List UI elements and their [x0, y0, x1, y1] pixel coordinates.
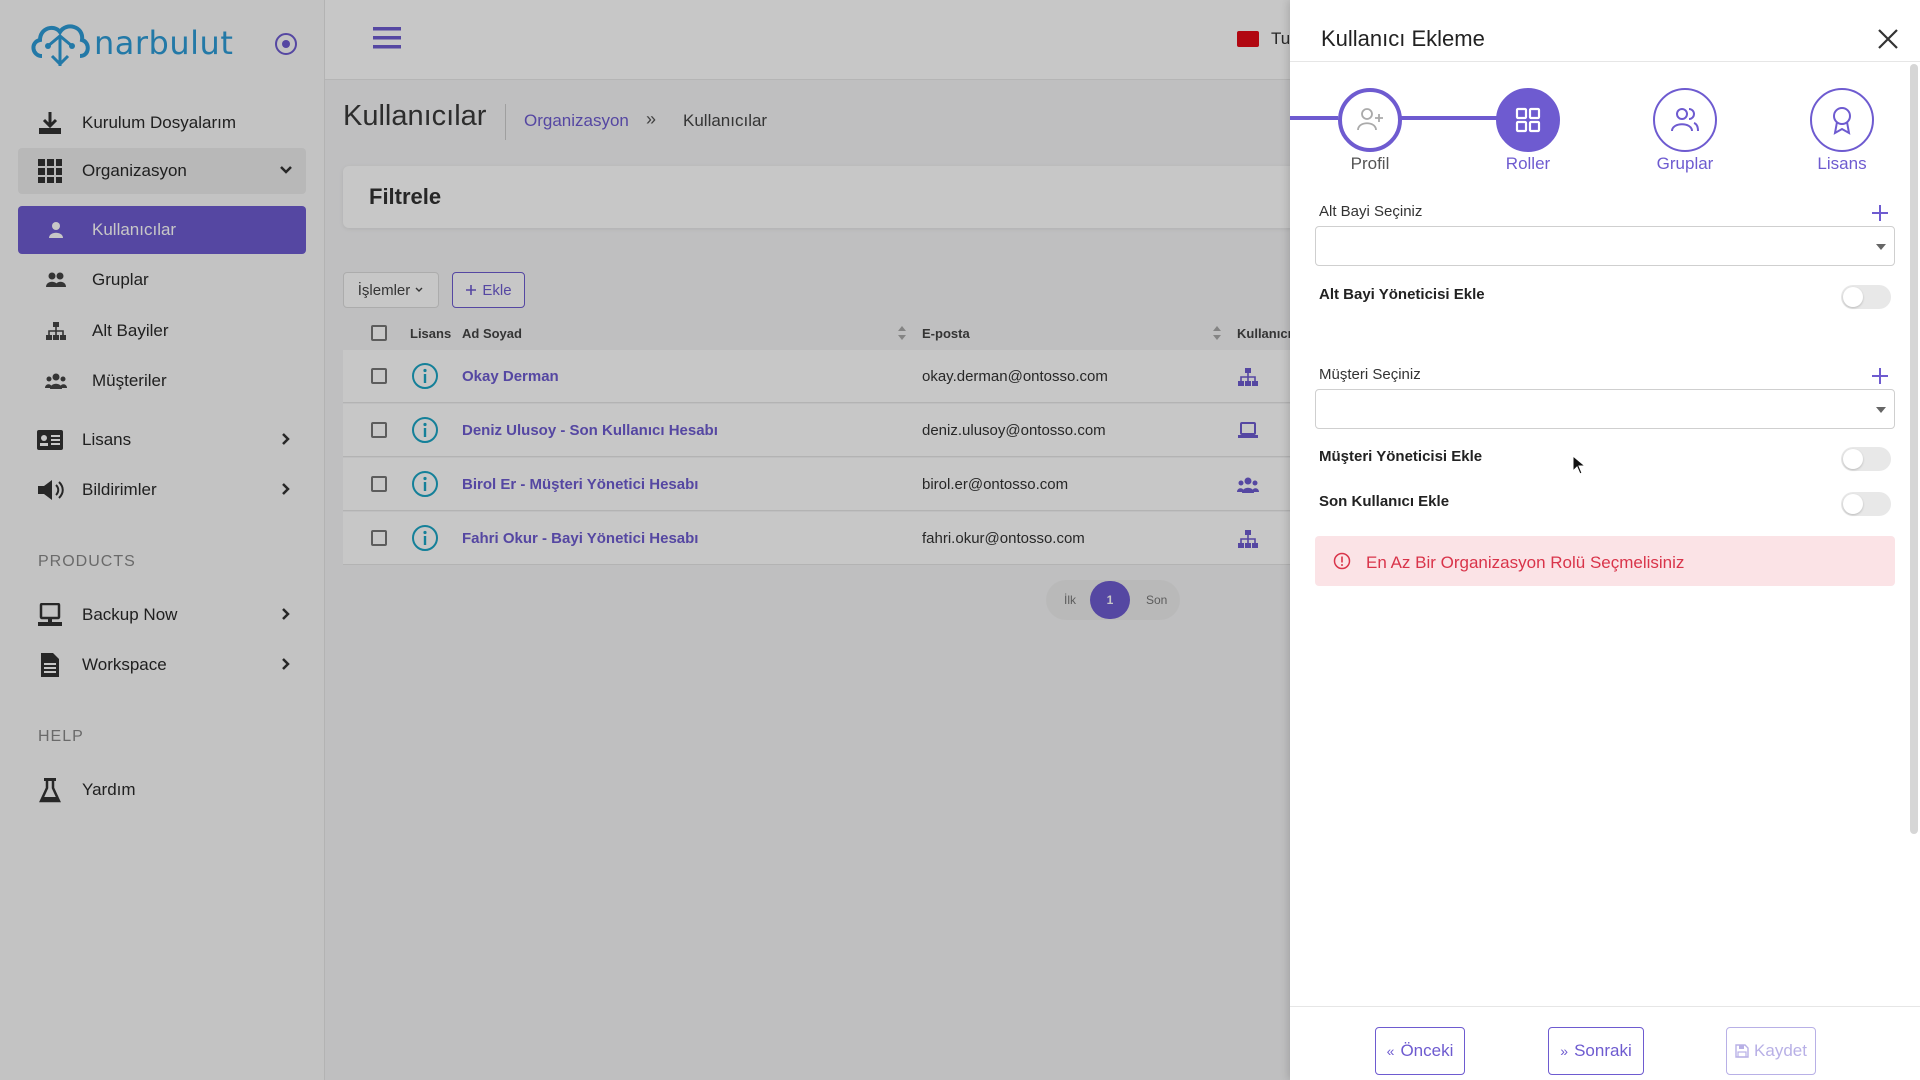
error-alert: En Az Bir Organizasyon Rolü Seçmelisiniz — [1315, 536, 1895, 586]
users-icon — [1671, 108, 1699, 132]
alt-bayi-admin-label: Alt Bayi Yöneticisi Ekle — [1319, 286, 1485, 303]
step-label-profil: Profil — [1350, 154, 1390, 173]
step-gruplar[interactable] — [1653, 88, 1717, 152]
next-label: Sonraki — [1574, 1041, 1632, 1060]
previous-button[interactable]: « Önceki — [1375, 1027, 1465, 1075]
panel-header: Kullanıcı Ekleme — [1290, 0, 1920, 62]
next-button[interactable]: » Sonraki — [1548, 1027, 1644, 1075]
floppy-disk-icon — [1735, 1044, 1749, 1058]
musteri-admin-label: Müşteri Yöneticisi Ekle — [1319, 448, 1483, 465]
add-alt-bayi-plus-icon[interactable] — [1870, 203, 1890, 223]
mouse-cursor-icon — [1572, 455, 1586, 475]
save-label: Kaydet — [1754, 1041, 1807, 1060]
step-profil[interactable] — [1338, 88, 1402, 152]
wizard-stepper: Profil Roller Gruplar Lisans — [1290, 84, 1920, 184]
alert-message: En Az Bir Organizasyon Rolü Seçmelisiniz — [1366, 553, 1685, 572]
step-label-roller: Roller — [1505, 154, 1551, 173]
alt-bayi-select[interactable] — [1315, 226, 1895, 266]
step-connector — [1400, 116, 1500, 120]
alt-bayi-admin-toggle[interactable] — [1841, 285, 1891, 309]
panel-title: Kullanıcı Ekleme — [1321, 26, 1485, 51]
step-lisans[interactable] — [1810, 88, 1874, 152]
step-roller[interactable] — [1496, 88, 1560, 152]
caret-down-icon — [1876, 244, 1886, 250]
alert-circle-icon — [1333, 552, 1351, 570]
grid-icon — [1515, 107, 1541, 133]
musteri-admin-toggle[interactable] — [1841, 447, 1891, 471]
panel-scrollbar[interactable] — [1910, 64, 1918, 834]
musteri-label: Müşteri Seçiniz — [1319, 366, 1421, 383]
panel-footer: « Önceki » Sonraki Kaydet — [1290, 1006, 1920, 1080]
caret-down-icon — [1876, 407, 1886, 413]
add-user-panel: Kullanıcı Ekleme Profil Roller Gruplar L… — [1290, 0, 1920, 1080]
save-button[interactable]: Kaydet — [1726, 1027, 1816, 1075]
award-icon — [1833, 107, 1851, 135]
double-chevron-left-icon: « — [1386, 1043, 1395, 1059]
end-user-toggle[interactable] — [1841, 492, 1891, 516]
alt-bayi-label: Alt Bayi Seçiniz — [1319, 203, 1423, 220]
musteri-select[interactable] — [1315, 389, 1895, 429]
step-label-lisans: Lisans — [1817, 154, 1867, 173]
end-user-label: Son Kullanıcı Ekle — [1319, 493, 1450, 510]
step-connector — [1290, 116, 1338, 120]
user-plus-icon — [1357, 108, 1383, 131]
close-icon[interactable] — [1876, 27, 1900, 51]
add-musteri-plus-icon[interactable] — [1870, 366, 1890, 386]
previous-label: Önceki — [1400, 1041, 1454, 1060]
double-chevron-right-icon: » — [1560, 1043, 1569, 1059]
step-label-gruplar: Gruplar — [1656, 154, 1714, 173]
